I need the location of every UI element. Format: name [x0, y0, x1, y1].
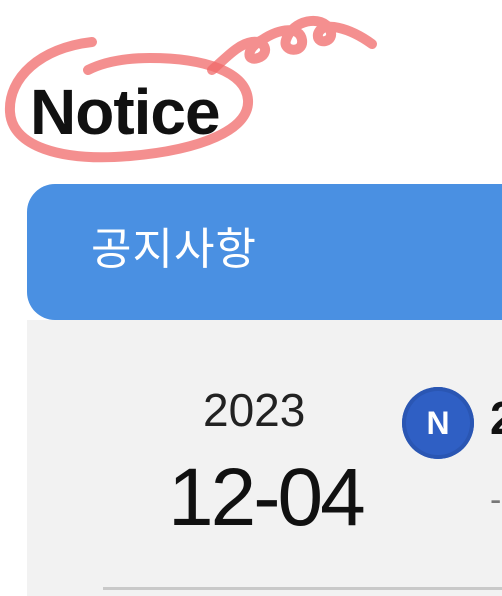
notice-date-month-day: 12-04 [168, 452, 366, 543]
page-heading: Notice [30, 76, 221, 148]
notice-header-title: 공지사항 [91, 224, 257, 275]
notice-header: 공지사항 [27, 184, 502, 320]
notice-item-subtitle: - [490, 481, 502, 519]
new-badge-icon: N [402, 387, 474, 459]
notice-date-year: 2023 [203, 384, 306, 436]
notice-page: Notice 공지사항 2023 12-04 N 2 - [0, 0, 502, 596]
new-badge-label: N [426, 405, 450, 441]
notice-item-divider [103, 587, 502, 590]
notice-item-title[interactable]: 2 [490, 392, 502, 444]
